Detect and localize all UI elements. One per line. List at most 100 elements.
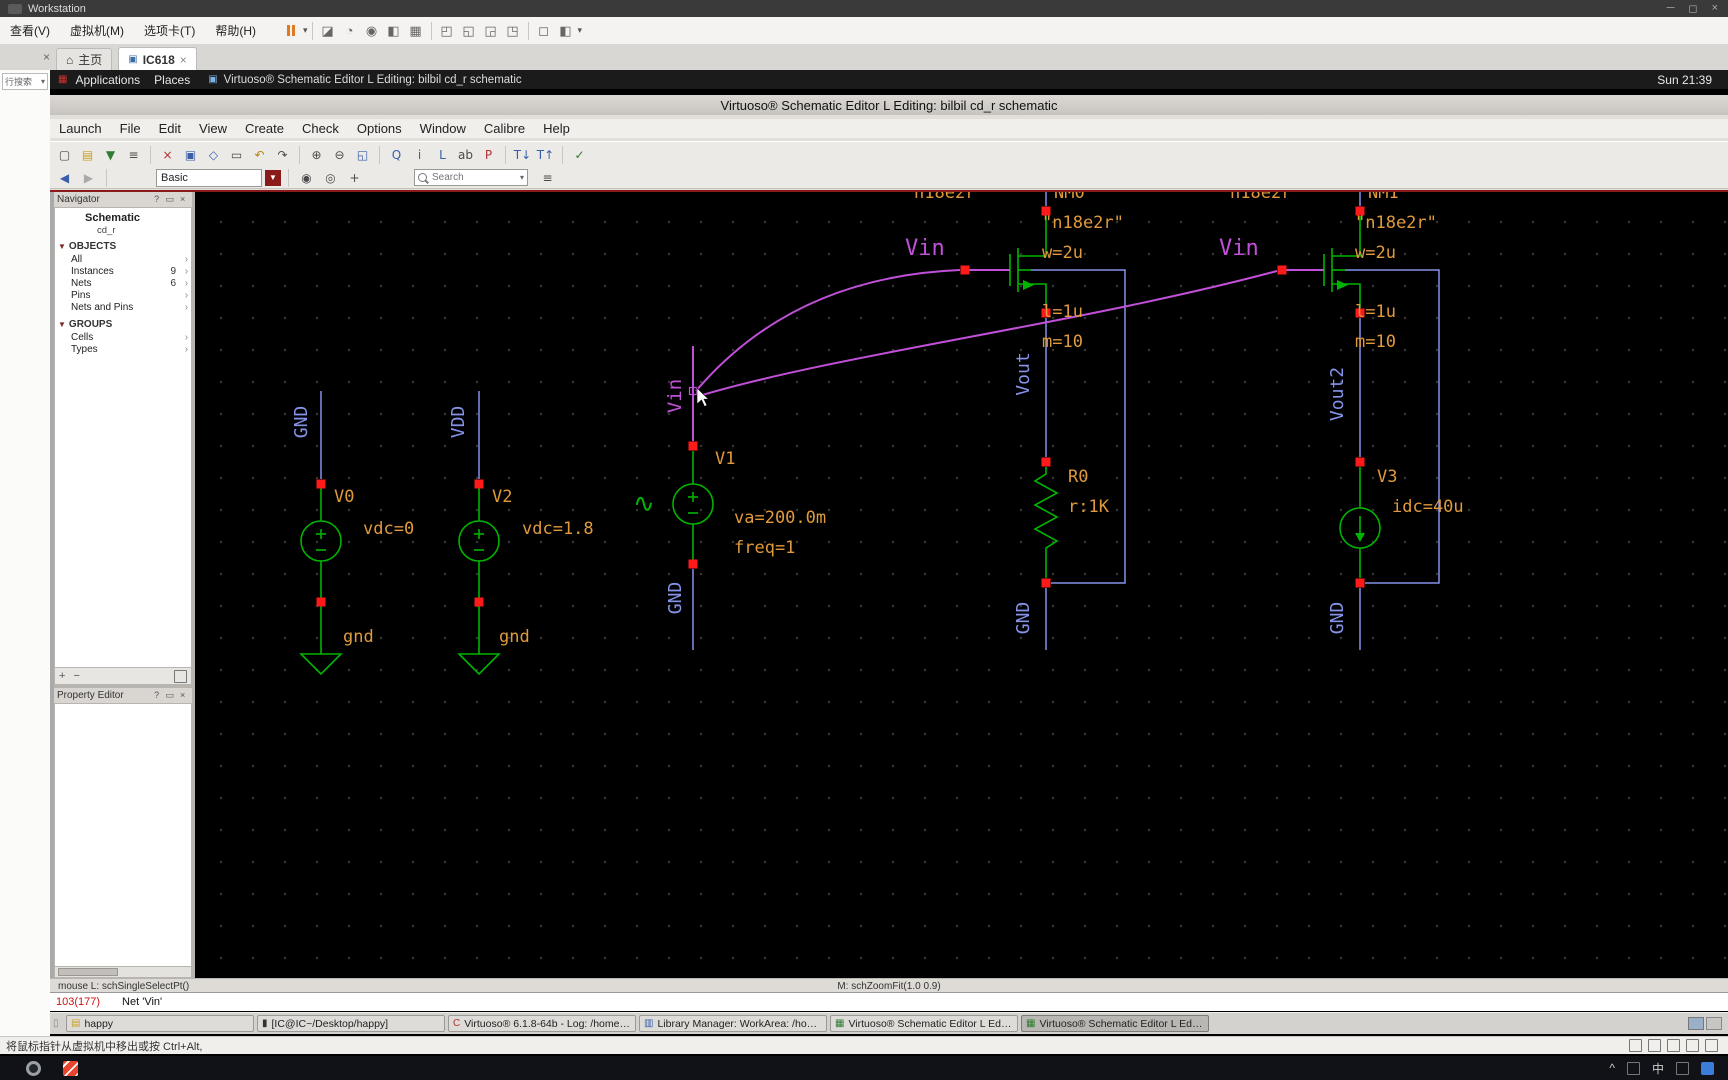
- places-menu[interactable]: Places: [154, 73, 190, 87]
- pin-icon[interactable]: P: [478, 145, 499, 165]
- library-search-caret-icon[interactable]: ▾: [41, 77, 45, 86]
- wires[interactable]: [320, 110, 1440, 650]
- navigator-view-name[interactable]: Schematic: [55, 208, 191, 224]
- save-icon[interactable]: ▼: [100, 145, 121, 165]
- workspace-combo-caret[interactable]: ▼: [265, 169, 281, 186]
- zoom-in-tree-icon[interactable]: +: [59, 670, 65, 682]
- new-icon[interactable]: ▢: [54, 145, 75, 165]
- delete-icon[interactable]: ×: [157, 145, 178, 165]
- scrollbar-thumb[interactable]: [58, 968, 118, 976]
- sound-status-icon[interactable]: [1667, 1039, 1680, 1052]
- search-input[interactable]: [430, 171, 520, 184]
- chevron-right-icon[interactable]: ›: [176, 266, 188, 277]
- unity-mode-caret[interactable]: ▾: [578, 25, 583, 36]
- panel-corner-icon[interactable]: [174, 669, 188, 683]
- taskbar-window-happy[interactable]: ▤ happy: [66, 1015, 254, 1032]
- check-save-icon[interactable]: ✓: [569, 145, 590, 165]
- tray-ime-indicator[interactable]: 中: [1652, 1060, 1664, 1077]
- show-desktop-icon[interactable]: ▯: [53, 1018, 63, 1029]
- ascend-icon[interactable]: T↑: [535, 145, 556, 165]
- move-icon[interactable]: ◇: [203, 145, 224, 165]
- navigator-item-instances[interactable]: Instances 9 ›: [55, 265, 191, 277]
- menu-view[interactable]: 查看(V): [0, 17, 60, 44]
- descend-icon[interactable]: T↓: [512, 145, 533, 165]
- tab-ic618[interactable]: ▣ IC618 ×: [118, 47, 197, 71]
- zoom-out-tree-icon[interactable]: −: [73, 670, 79, 682]
- navigator-float-icon[interactable]: ▭: [163, 194, 176, 205]
- unity-mode-icon[interactable]: ◧: [555, 21, 577, 41]
- wire-icon[interactable]: L: [432, 145, 453, 165]
- menu-file[interactable]: File: [111, 119, 150, 138]
- property-editor-help-icon[interactable]: ?: [150, 690, 163, 701]
- navigator-item-all[interactable]: All ›: [55, 253, 191, 265]
- message-panel-icon[interactable]: [1705, 1039, 1718, 1052]
- tray-volume-icon[interactable]: [1676, 1061, 1689, 1075]
- show-library-icon[interactable]: ◰: [436, 21, 458, 41]
- hdd-status-icon[interactable]: [1629, 1039, 1642, 1052]
- zoom-fit-icon[interactable]: ◱: [352, 145, 373, 165]
- tab-home[interactable]: ⌂ 主页: [56, 47, 113, 71]
- taskbar-window-library-manager[interactable]: ▥ Library Manager: WorkArea: /home/...: [639, 1015, 827, 1032]
- navigator-item-cells[interactable]: Cells ›: [55, 331, 191, 343]
- instance-icon[interactable]: i: [409, 145, 430, 165]
- search-options-icon[interactable]: ≡: [537, 168, 558, 188]
- navigator-help-icon[interactable]: ?: [150, 194, 163, 205]
- chevron-right-icon[interactable]: ›: [176, 302, 188, 313]
- navigator-item-nets-and-pins[interactable]: Nets and Pins ›: [55, 301, 191, 313]
- net-label-vin-gate[interactable]: Vin: [905, 236, 945, 261]
- section-collapse-icon[interactable]: ▼: [58, 320, 66, 329]
- schematic-canvas[interactable]: ∿ GND VDD Vin GND Vout GND Vout2 GND Vin…: [195, 110, 1728, 978]
- applications-menu[interactable]: Applications: [75, 73, 140, 87]
- property-editor-header[interactable]: Property Editor ? ▭ ×: [54, 688, 193, 704]
- crosshair-icon[interactable]: +: [344, 168, 365, 188]
- menu-help[interactable]: Help: [534, 119, 579, 138]
- selected-net-vin[interactable]: [688, 269, 1325, 441]
- instance-pins[interactable]: [316, 206, 1365, 607]
- tray-chevron-icon[interactable]: ^: [1609, 1061, 1615, 1075]
- menu-create[interactable]: Create: [236, 119, 293, 138]
- active-window-title[interactable]: Virtuoso® Schematic Editor L Editing: bi…: [224, 74, 522, 86]
- snapshot-take-icon[interactable]: ◔: [339, 21, 361, 41]
- show-thumbnails-icon[interactable]: ◱: [458, 21, 480, 41]
- snapshot-manager-icon[interactable]: ◧: [383, 21, 405, 41]
- clock[interactable]: Sun 21:39: [1657, 73, 1712, 87]
- menu-launch[interactable]: Launch: [50, 119, 111, 138]
- chevron-right-icon[interactable]: ›: [176, 332, 188, 343]
- tray-notification-icon[interactable]: [1701, 1061, 1714, 1075]
- stretch-icon[interactable]: ▭: [226, 145, 247, 165]
- virtuoso-titlebar[interactable]: Virtuoso® Schematic Editor L Editing: bi…: [50, 95, 1728, 115]
- menu-window[interactable]: Window: [411, 119, 475, 138]
- taskbar-window-virtuoso-log[interactable]: C Virtuoso® 6.1.8-64b - Log: /home/I...: [448, 1015, 636, 1032]
- menu-tabs[interactable]: 选项卡(T): [134, 17, 205, 44]
- print-icon[interactable]: ≡: [123, 145, 144, 165]
- workspace-combo[interactable]: Basic: [156, 168, 262, 187]
- instance-symbols[interactable]: [299, 216, 1381, 676]
- library-close-icon[interactable]: ×: [0, 50, 56, 64]
- taskbar-window-terminal[interactable]: ▮ [IC@IC~/Desktop/happy]: [257, 1015, 445, 1032]
- menu-calibre[interactable]: Calibre: [475, 119, 534, 138]
- property-icon[interactable]: Q: [386, 145, 407, 165]
- distro-menu-icon[interactable]: ▦: [58, 74, 67, 85]
- navigator-header[interactable]: Navigator ? ▭ ×: [54, 192, 193, 208]
- chevron-right-icon[interactable]: ›: [176, 254, 188, 265]
- menu-help[interactable]: 帮助(H): [205, 17, 266, 44]
- chevron-right-icon[interactable]: ›: [176, 290, 188, 301]
- taskbar-app-icon-browser[interactable]: [26, 1060, 41, 1076]
- redo-icon[interactable]: ↷: [272, 145, 293, 165]
- back-view-icon[interactable]: ◀: [54, 168, 75, 188]
- tab-close-icon[interactable]: ×: [180, 53, 187, 67]
- usb-status-icon[interactable]: [1686, 1039, 1699, 1052]
- property-editor-close-icon[interactable]: ×: [176, 690, 189, 701]
- workspace-switcher[interactable]: [1688, 1017, 1722, 1030]
- navigator-item-pins[interactable]: Pins ›: [55, 289, 191, 301]
- navigator-item-types[interactable]: Types ›: [55, 343, 191, 355]
- vm-settings-icon[interactable]: ▦: [405, 21, 427, 41]
- copy-icon[interactable]: ▣: [180, 145, 201, 165]
- net-label-vin-gate[interactable]: Vin: [1219, 236, 1259, 261]
- tray-network-icon[interactable]: [1626, 1061, 1640, 1075]
- menu-edit[interactable]: Edit: [150, 119, 190, 138]
- navigator-cell-name[interactable]: cd_r: [55, 224, 191, 240]
- undo-icon[interactable]: ↶: [249, 145, 270, 165]
- snapshot-revert-icon[interactable]: ◉: [361, 21, 383, 41]
- zoom-out-icon[interactable]: ⊖: [329, 145, 350, 165]
